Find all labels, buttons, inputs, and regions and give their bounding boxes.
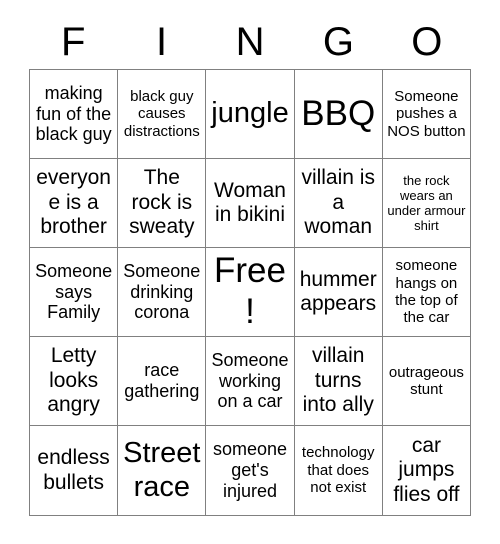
bingo-cell[interactable]: Someone working on a car — [206, 337, 295, 426]
bingo-cell-label: car jumps flies off — [393, 433, 460, 506]
bingo-header: F I N G O — [29, 14, 471, 69]
bingo-cell-label: jungle — [211, 97, 289, 130]
bingo-cell[interactable]: villain is a woman — [294, 159, 383, 248]
bingo-cell[interactable]: Someone drinking corona — [118, 248, 207, 337]
bingo-header-letter-f: F — [60, 19, 86, 64]
bingo-cell-label: BBQ — [301, 93, 376, 133]
bingo-cell[interactable]: outrageous stunt — [382, 337, 472, 426]
bingo-cell[interactable]: black guy causes distractions — [118, 70, 207, 159]
bingo-row: everyone is a brother The rock is sweaty… — [30, 159, 472, 248]
bingo-cell[interactable]: someone hangs on the top of the car — [382, 248, 472, 337]
bingo-cell[interactable]: villain turns into ally — [294, 337, 383, 426]
bingo-cell[interactable]: everyone is a brother — [30, 159, 119, 248]
bingo-cell-label: everyone is a brother — [36, 166, 111, 239]
bingo-cell-label: Letty looks angry — [47, 344, 100, 417]
bingo-header-letter-n: N — [235, 19, 265, 64]
bingo-cell[interactable]: race gathering — [118, 337, 207, 426]
bingo-cell-label: Someone says Family — [35, 260, 113, 323]
bingo-cell[interactable]: car jumps flies off — [382, 426, 472, 516]
bingo-cell-label: villain turns into ally — [302, 344, 374, 417]
bingo-cell[interactable]: Woman in bikini — [206, 159, 295, 248]
bingo-cell-label: outrageous stunt — [388, 363, 464, 398]
bingo-row: Letty looks angry race gathering Someone… — [30, 337, 472, 426]
bingo-header-letter-g: G — [322, 19, 354, 64]
bingo-cell-label: making fun of the black guy — [35, 82, 112, 145]
bingo-header-letter-i: I — [156, 19, 168, 64]
bingo-cell[interactable]: Letty looks angry — [30, 337, 119, 426]
bingo-cell-label: Someone working on a car — [211, 349, 289, 412]
bingo-row: endless bullets Street race someone get'… — [30, 426, 472, 516]
bingo-cell-label: someone get's injured — [212, 439, 288, 501]
bingo-cell-label: endless bullets — [37, 446, 110, 494]
bingo-card: F I N G O making fun of the black guy bl… — [29, 14, 472, 516]
bingo-cell[interactable]: jungle — [206, 70, 295, 159]
bingo-cell[interactable]: The rock is sweaty — [118, 159, 207, 248]
bingo-cell[interactable]: hummer appears — [294, 248, 383, 337]
bingo-cell-label: Someone pushes a NOS button — [387, 87, 466, 140]
bingo-cell-label: race gathering — [124, 360, 200, 401]
bingo-cell-label: hummer appears — [299, 267, 377, 315]
bingo-cell-label: Free! — [214, 251, 286, 331]
bingo-grid: making fun of the black guy black guy ca… — [29, 69, 472, 516]
bingo-cell-label: technology that does not exist — [301, 444, 375, 497]
bingo-cell[interactable]: someone get's injured — [206, 426, 295, 516]
bingo-cell-label: Woman in bikini — [214, 178, 286, 226]
bingo-cell-label: Street race — [123, 436, 201, 503]
bingo-cell-free[interactable]: Free! — [206, 248, 295, 337]
bingo-cell-label: The rock is sweaty — [129, 166, 195, 239]
bingo-cell[interactable]: BBQ — [294, 70, 383, 159]
bingo-cell[interactable]: Street race — [118, 426, 207, 516]
bingo-row: making fun of the black guy black guy ca… — [30, 70, 472, 159]
bingo-cell[interactable]: Someone says Family — [30, 248, 119, 337]
bingo-cell[interactable]: the rock wears an under armour shirt — [382, 159, 472, 248]
bingo-cell-label: villain is a woman — [301, 166, 375, 239]
bingo-cell[interactable]: endless bullets — [30, 426, 119, 516]
bingo-cell[interactable]: Someone pushes a NOS button — [382, 70, 472, 159]
bingo-cell-label: the rock wears an under armour shirt — [387, 172, 466, 234]
bingo-cell[interactable]: making fun of the black guy — [30, 70, 119, 159]
bingo-cell-label: black guy causes distractions — [123, 87, 200, 140]
bingo-cell[interactable]: technology that does not exist — [294, 426, 383, 516]
bingo-cell-label: someone hangs on the top of the car — [395, 257, 458, 327]
bingo-header-letter-o: O — [411, 19, 443, 64]
bingo-cell-label: Someone drinking corona — [123, 260, 201, 323]
bingo-row: Someone says Family Someone drinking cor… — [30, 248, 472, 337]
